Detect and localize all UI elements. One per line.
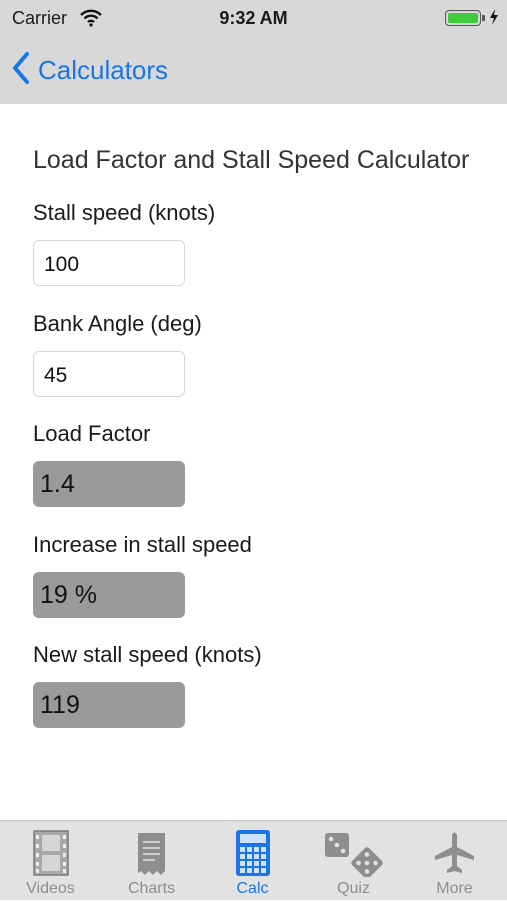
chart-page-icon [101, 829, 202, 877]
tab-quiz[interactable]: Quiz [303, 821, 404, 901]
back-button[interactable]: Calculators [12, 51, 169, 89]
tab-quiz-label: Quiz [337, 880, 370, 897]
page-title: Load Factor and Stall Speed Calculator [33, 146, 470, 174]
bank-angle-label: Bank Angle (deg) [33, 311, 202, 336]
tab-charts-label: Charts [127, 880, 176, 897]
load-factor-label: Load Factor [33, 421, 151, 446]
new-stall-speed-label: New stall speed (knots) [33, 642, 262, 667]
status-bar: Carrier 9:32 AM [0, 0, 507, 36]
stall-speed-label: Stall speed (knots) [33, 200, 216, 225]
new-stall-speed-output: 119 [33, 682, 185, 728]
tab-more-label: More [436, 880, 473, 897]
tab-videos[interactable]: Videos [0, 821, 101, 901]
stall-increase-output: 19 % [33, 572, 185, 618]
charging-bolt-icon [489, 9, 499, 30]
calculator-icon [202, 829, 303, 877]
tab-more[interactable]: More [404, 821, 505, 901]
bank-angle-input[interactable]: 45 [33, 351, 185, 397]
tab-videos-label: Videos [26, 880, 75, 897]
load-factor-output: 1.4 [33, 461, 185, 507]
dice-icon [303, 829, 404, 879]
tab-charts[interactable]: Charts [101, 821, 202, 901]
battery-tip [482, 15, 485, 21]
battery-icon [445, 10, 481, 26]
stall-speed-input[interactable]: 100 [33, 240, 185, 286]
calculator-content: Load Factor and Stall Speed Calculator S… [0, 104, 507, 820]
stall-increase-label: Increase in stall speed [33, 532, 252, 557]
film-icon [0, 829, 101, 877]
tab-calc-label: Calc [236, 880, 269, 897]
airplane-icon [404, 829, 505, 877]
tab-calc[interactable]: Calc [202, 821, 303, 901]
status-time: 9:32 AM [219, 8, 288, 28]
tab-bar: Videos Charts Calc Quiz More [0, 820, 507, 900]
chevron-left-icon [12, 51, 30, 89]
back-button-label: Calculators [38, 54, 169, 85]
navigation-bar: Calculators [0, 36, 507, 104]
